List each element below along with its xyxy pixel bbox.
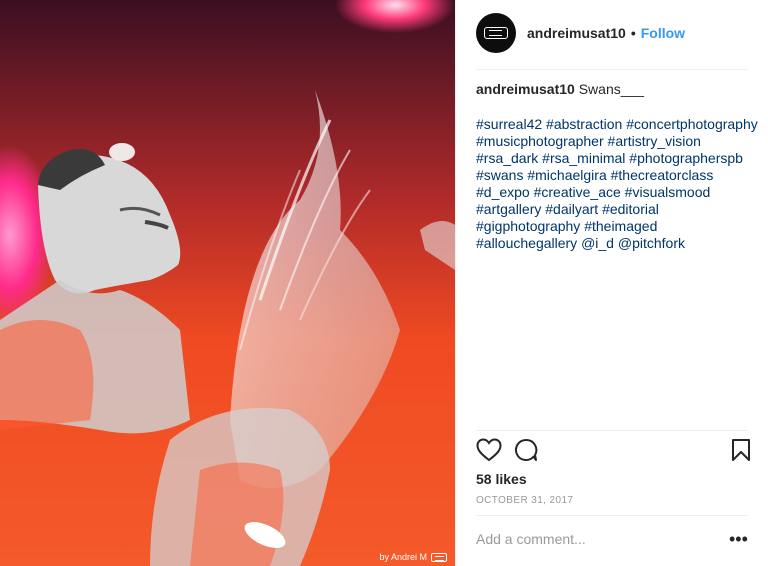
hashtag-link[interactable]: #musicphotographer <box>476 133 604 149</box>
hashtag-link[interactable]: #visualsmood <box>625 184 711 200</box>
heart-icon[interactable] <box>476 438 502 467</box>
more-options-icon[interactable]: ••• <box>729 529 748 550</box>
post-side-panel: andreimusat10 • Follow andreimusat10 Swa… <box>455 0 768 566</box>
post-header: andreimusat10 • Follow <box>456 0 768 66</box>
hashtag-link[interactable]: #d_expo <box>476 184 530 200</box>
hashtag-link[interactable]: #thecreatorclass <box>611 167 714 183</box>
post-date: OCTOBER 31, 2017 <box>476 495 574 506</box>
hashtag-link[interactable]: #rsa_dark <box>476 150 538 166</box>
header-divider <box>476 69 748 70</box>
am-logo-icon <box>484 27 508 39</box>
hashtag-link[interactable]: #theimaged <box>584 218 657 234</box>
hashtag-link[interactable]: #abstraction <box>546 116 622 132</box>
post-photo[interactable]: by Andrei M <box>0 0 455 566</box>
hashtag-link[interactable]: #dailyart <box>545 201 598 217</box>
hashtag-link[interactable]: #editorial <box>602 201 659 217</box>
caption-username[interactable]: andreimusat10 <box>476 81 575 97</box>
hashtag-link[interactable]: @i_d <box>581 235 614 251</box>
post-caption: andreimusat10 Swans___ #surreal42 #abstr… <box>476 81 758 252</box>
header-text: andreimusat10 • Follow <box>527 25 685 41</box>
bookmark-icon[interactable] <box>731 438 751 467</box>
hashtag-link[interactable]: #concertphotography <box>626 116 758 132</box>
caption-text: Swans___ <box>578 81 645 97</box>
hashtag-link[interactable]: #artistry_vision <box>608 133 701 149</box>
hashtag-link[interactable]: #artgallery <box>476 201 541 217</box>
comment-bubble-icon[interactable] <box>514 438 538 467</box>
caption-hashtags: #surreal42 #abstraction #concertphotogra… <box>476 116 758 252</box>
header-username[interactable]: andreimusat10 <box>527 25 626 41</box>
hashtag-link[interactable]: #gigphotography <box>476 218 580 234</box>
comment-divider <box>476 515 748 516</box>
hashtag-link[interactable]: #creative_ace <box>534 184 621 200</box>
actions-divider <box>476 430 748 431</box>
avatar[interactable] <box>476 13 516 53</box>
hashtag-link[interactable]: @pitchfork <box>618 235 685 251</box>
concert-photo-art <box>0 0 455 566</box>
hashtag-link[interactable]: #swans <box>476 167 523 183</box>
instagram-post: by Andrei M andreimusat10 • Follow andre… <box>0 0 768 566</box>
watermark-logo-icon <box>431 552 447 562</box>
comment-input[interactable] <box>476 528 716 550</box>
hashtag-link[interactable]: #rsa_minimal <box>542 150 625 166</box>
caption-line: andreimusat10 Swans___ <box>476 81 758 98</box>
hashtag-link[interactable]: #surreal42 <box>476 116 542 132</box>
watermark-text: by Andrei M <box>379 552 427 562</box>
follow-button[interactable]: Follow <box>641 25 685 41</box>
photo-watermark: by Andrei M <box>379 552 447 562</box>
likes-count[interactable]: 58 likes <box>476 471 527 487</box>
hashtag-link[interactable]: #photographerspb <box>629 150 743 166</box>
header-separator: • <box>630 25 636 41</box>
hashtag-link[interactable]: #michaelgira <box>527 167 606 183</box>
hashtag-link[interactable]: #allouchegallery <box>476 235 577 251</box>
